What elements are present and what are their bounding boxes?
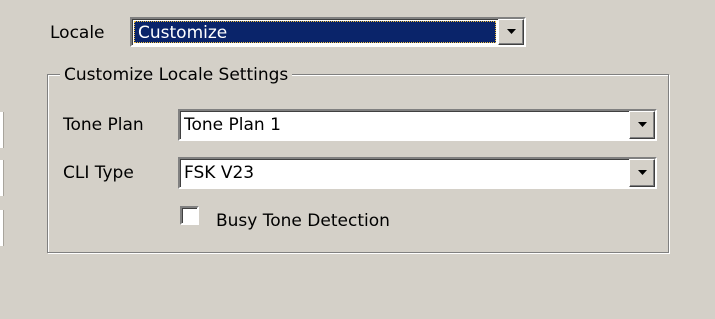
tone-plan-label: Tone Plan [63,115,144,135]
busy-tone-detection-label[interactable]: Busy Tone Detection [216,210,390,232]
tone-plan-dropdown-button[interactable] [629,111,655,139]
locale-dropdown-button[interactable] [498,19,524,45]
cli-type-dropdown[interactable]: FSK V23 [178,157,657,189]
locale-selected-value: Customize [134,21,496,43]
cli-type-dropdown-button[interactable] [629,159,655,187]
locale-label: Locale [50,23,105,43]
tone-plan-value: Tone Plan 1 [184,115,281,135]
chevron-down-icon [507,29,516,34]
busy-tone-detection-checkbox[interactable] [180,206,199,225]
groupbox-title: Customize Locale Settings [60,64,293,86]
left-panel-edge [0,210,4,246]
tone-plan-dropdown[interactable]: Tone Plan 1 [178,109,657,141]
left-panel-edge [0,112,4,148]
left-panel-edge [0,160,4,196]
cli-type-label: CLI Type [63,163,134,183]
chevron-down-icon [638,122,647,127]
cli-type-value: FSK V23 [184,163,255,183]
chevron-down-icon [638,170,647,175]
locale-dropdown[interactable]: Customize [130,17,526,47]
